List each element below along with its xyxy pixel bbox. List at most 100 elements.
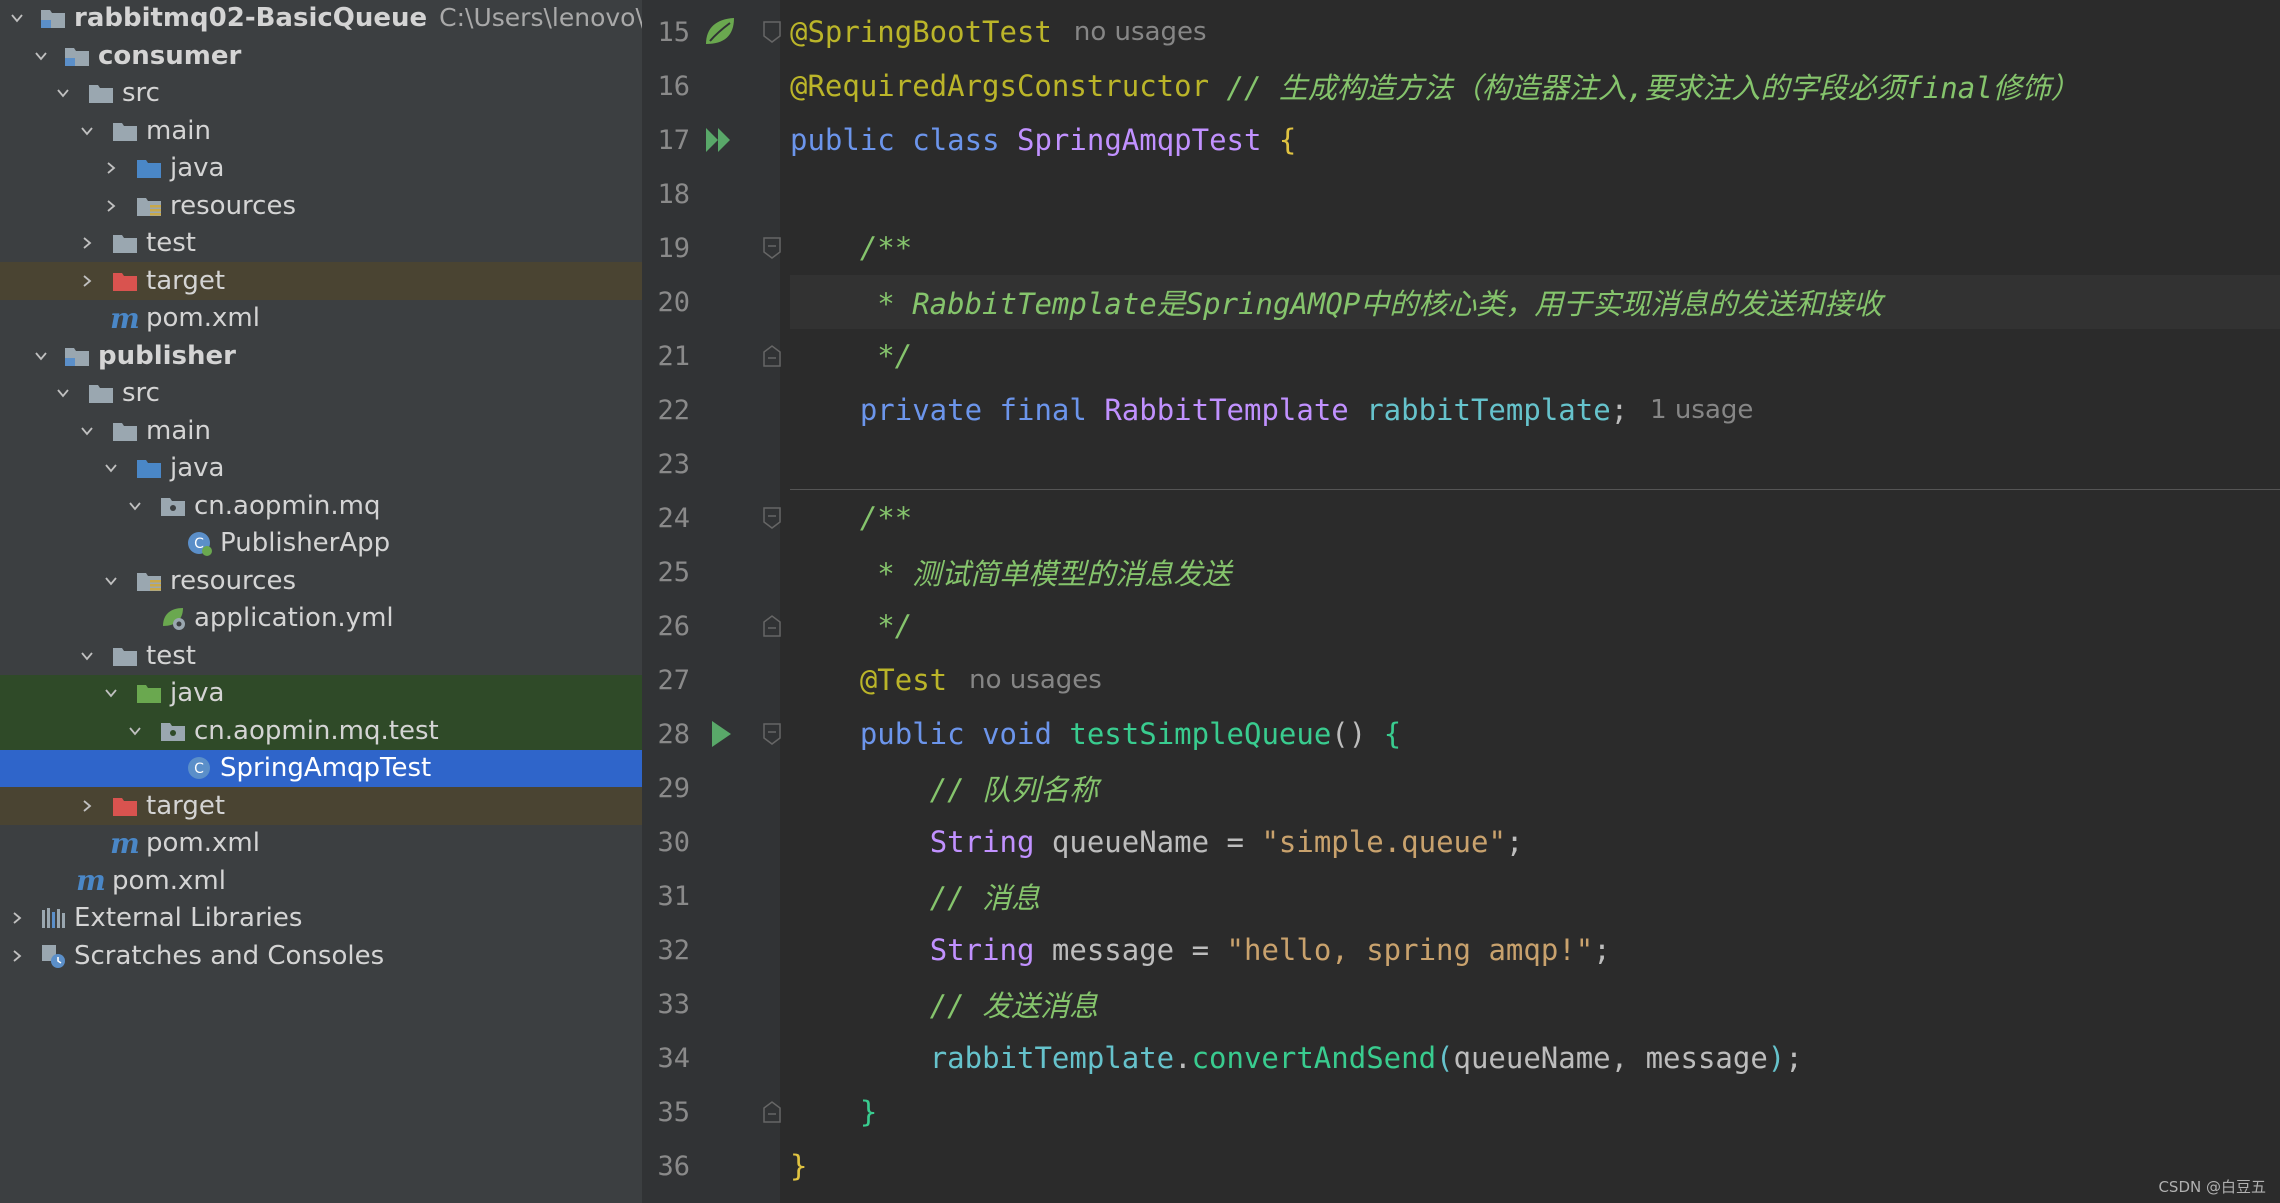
code-line-26[interactable]: */: [790, 599, 2280, 653]
run-all-icon[interactable]: [700, 120, 740, 160]
code-line-25[interactable]: * 测试简单模型的消息发送: [790, 545, 2280, 599]
tree-row-test-package[interactable]: cn.aopmin.mq.test: [0, 712, 642, 750]
module-folder-icon: [62, 341, 92, 371]
chevron-down-icon[interactable]: [30, 345, 52, 367]
tree-row-test[interactable]: test: [0, 637, 642, 675]
chevron-down-icon[interactable]: [124, 495, 146, 517]
chevron-right-icon[interactable]: [100, 195, 122, 217]
chevron-right-icon[interactable]: [100, 157, 122, 179]
code-line-20-current[interactable]: * RabbitTemplate是SpringAMQP中的核心类，用于实现消息的…: [790, 275, 2280, 329]
chevron-down-icon[interactable]: [76, 120, 98, 142]
code-line-15[interactable]: @SpringBootTest no usages: [790, 5, 2280, 59]
doc-comment: * 测试简单模型的消息发送: [859, 557, 1232, 591]
tree-label: Scratches and Consoles: [74, 940, 385, 971]
tree-row-springamqptest[interactable]: C SpringAmqpTest: [0, 749, 642, 787]
fold-end-icon[interactable]: [760, 614, 784, 638]
tree-label: PublisherApp: [220, 528, 391, 559]
spring-bean-icon[interactable]: [700, 12, 740, 52]
paren: (: [1436, 1041, 1454, 1075]
code-line-17[interactable]: public class SpringAmqpTest {: [790, 113, 2280, 167]
tree-label: main: [146, 415, 211, 446]
code-line-31[interactable]: // 消息: [790, 869, 2280, 923]
doc-comment: */: [859, 339, 913, 373]
tree-row-test[interactable]: test: [0, 225, 642, 263]
tree-row-package[interactable]: cn.aopmin.mq: [0, 487, 642, 525]
chevron-down-icon[interactable]: [124, 720, 146, 742]
usage-hint[interactable]: no usages: [969, 665, 1102, 695]
chevron-down-icon[interactable]: [76, 645, 98, 667]
code-line-33[interactable]: // 发送消息: [790, 977, 2280, 1031]
chevron-right-icon[interactable]: [76, 232, 98, 254]
annotation: @SpringBootTest: [790, 15, 1052, 49]
chevron-right-icon[interactable]: [76, 795, 98, 817]
keyword: public: [790, 123, 895, 157]
code-line-22[interactable]: private final RabbitTemplate rabbitTempl…: [790, 383, 2280, 437]
tree-row-src[interactable]: src: [0, 75, 642, 113]
tree-row-java[interactable]: java: [0, 450, 642, 488]
code-line-24[interactable]: /**: [790, 491, 2280, 545]
code-line-36[interactable]: }: [790, 1139, 2280, 1193]
fold-icon[interactable]: [760, 20, 784, 44]
tree-row-test-java[interactable]: java: [0, 674, 642, 712]
chevron-down-icon[interactable]: [100, 570, 122, 592]
tree-row-external-libraries[interactable]: External Libraries: [0, 900, 642, 938]
tree-row-publisherapp[interactable]: C PublisherApp: [0, 525, 642, 563]
tree-row-pom-root[interactable]: m pom.xml: [0, 862, 642, 900]
code-line-32[interactable]: String message = "hello, spring amqp!";: [790, 923, 2280, 977]
chevron-down-icon[interactable]: [6, 7, 28, 29]
tree-row-main[interactable]: main: [0, 112, 642, 150]
tree-row-target[interactable]: target: [0, 262, 642, 300]
tree-row-application-yml[interactable]: application.yml: [0, 600, 642, 638]
tree-row-resources[interactable]: resources: [0, 562, 642, 600]
tree-row-consumer[interactable]: consumer: [0, 37, 642, 75]
semicolon: ;: [1785, 1041, 1803, 1075]
code-line-19[interactable]: /**: [790, 221, 2280, 275]
tree-row-main[interactable]: main: [0, 412, 642, 450]
tree-root-path: C:\Users\lenovo\Deskt: [439, 3, 642, 33]
code-line-29[interactable]: // 队列名称: [790, 761, 2280, 815]
chevron-right-icon[interactable]: [6, 945, 28, 967]
doc-comment: /**: [859, 231, 913, 265]
chevron-right-icon[interactable]: [76, 270, 98, 292]
chevron-down-icon[interactable]: [100, 457, 122, 479]
fold-icon[interactable]: [760, 722, 784, 746]
chevron-down-icon[interactable]: [76, 420, 98, 442]
code-line-16[interactable]: @RequiredArgsConstructor // 生成构造方法（构造器注入…: [790, 59, 2280, 113]
annotation: @RequiredArgsConstructor: [790, 69, 1210, 103]
tree-row-pom[interactable]: m pom.xml: [0, 300, 642, 338]
fold-icon[interactable]: [760, 236, 784, 260]
tree-row-target[interactable]: target: [0, 787, 642, 825]
usage-hint[interactable]: no usages: [1074, 17, 1207, 47]
line-number: 23: [657, 448, 690, 480]
chevron-down-icon[interactable]: [52, 82, 74, 104]
comment: // 生成构造方法（构造器注入,要求注入的字段必须final修饰）: [1226, 71, 2080, 105]
code-line-35[interactable]: }: [790, 1085, 2280, 1139]
chevron-down-icon[interactable]: [30, 45, 52, 67]
code-line-21[interactable]: */: [790, 329, 2280, 383]
code-line-30[interactable]: String queueName = "simple.queue";: [790, 815, 2280, 869]
tree-row-root[interactable]: rabbitmq02-BasicQueue C:\Users\lenovo\De…: [0, 0, 642, 37]
chevron-down-icon[interactable]: [52, 382, 74, 404]
tree-row-java[interactable]: java: [0, 150, 642, 188]
tree-label: cn.aopmin.mq: [194, 490, 381, 521]
usage-hint[interactable]: 1 usage: [1650, 395, 1753, 425]
code-line-28[interactable]: public void testSimpleQueue() {: [790, 707, 2280, 761]
package-icon: [158, 716, 188, 746]
variable-name: message: [1051, 933, 1175, 967]
excluded-folder-icon: [110, 266, 140, 296]
fold-end-icon[interactable]: [760, 1100, 784, 1124]
tree-row-resources[interactable]: resources: [0, 187, 642, 225]
code-line-34[interactable]: rabbitTemplate. convertAndSend(queueName,…: [790, 1031, 2280, 1085]
folder-icon: [110, 116, 140, 146]
chevron-right-icon[interactable]: [6, 907, 28, 929]
tree-label: target: [146, 265, 226, 296]
code-line-27[interactable]: @Test no usages: [790, 653, 2280, 707]
tree-row-publisher[interactable]: publisher: [0, 337, 642, 375]
fold-icon[interactable]: [760, 506, 784, 530]
tree-row-scratches[interactable]: Scratches and Consoles: [0, 937, 642, 975]
run-test-icon[interactable]: [700, 714, 740, 754]
tree-row-pom[interactable]: m pom.xml: [0, 825, 642, 863]
tree-row-src[interactable]: src: [0, 375, 642, 413]
fold-end-icon[interactable]: [760, 344, 784, 368]
chevron-down-icon[interactable]: [100, 682, 122, 704]
